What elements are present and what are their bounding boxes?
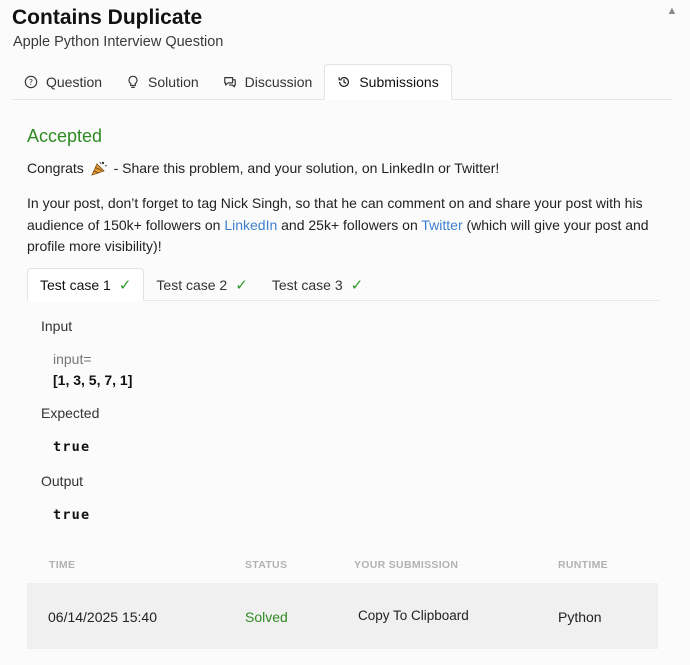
congrats-line: Congrats - Share this problem, and your … (27, 160, 499, 176)
copy-to-clipboard-button[interactable]: Copy To Clipboard (358, 608, 469, 623)
tab-question-label: Question (46, 74, 103, 90)
input-name: input= (53, 351, 92, 367)
output-value: true (53, 507, 91, 523)
column-header-runtime: RUNTIME (558, 559, 608, 571)
page-subtitle: Apple Python Interview Question (13, 34, 224, 50)
input-heading: Input (41, 318, 73, 334)
congrats-suffix: - Share this problem, and your solution,… (113, 160, 500, 176)
check-icon: ✓ (350, 276, 364, 294)
tab-solution[interactable]: Solution (114, 65, 211, 99)
history-icon (338, 76, 350, 87)
submission-time: 06/14/2025 15:40 (48, 609, 157, 625)
tab-submissions-label: Submissions (359, 74, 439, 90)
table-row[interactable]: 06/14/2025 15:40 Solved Copy To Clipboar… (27, 583, 658, 649)
tab-test-case-1[interactable]: Test case 1 ✓ (27, 268, 145, 301)
expected-value: true (53, 439, 91, 455)
output-heading: Output (41, 473, 84, 489)
svg-text:?: ? (29, 78, 33, 87)
problem-tabs: ? Question Solution Discussion Submissio… (12, 64, 672, 100)
lightbulb-icon (128, 75, 138, 88)
tab-submissions[interactable]: Submissions (324, 64, 452, 100)
tab-discussion-label: Discussion (244, 74, 313, 90)
share-instructions: In your post, don’t forget to tag Nick S… (27, 193, 657, 258)
accepted-status: Accepted (27, 126, 103, 146)
submission-status: Solved (245, 609, 288, 625)
check-icon: ✓ (118, 276, 132, 294)
input-value: [1, 3, 5, 7, 1] (53, 372, 133, 388)
tab-question[interactable]: ? Question (12, 65, 114, 99)
tab-test-case-3[interactable]: Test case 3 ✓ (260, 269, 375, 300)
share-text-2: and 25k+ followers on (277, 216, 422, 233)
page-title: Contains Duplicate (12, 6, 203, 29)
tab-test-case-2[interactable]: Test case 2 ✓ (144, 269, 259, 300)
column-header-time: TIME (49, 559, 76, 571)
question-circle-icon: ? (24, 75, 38, 89)
test-case-1-label: Test case 1 (40, 276, 111, 293)
check-icon: ✓ (235, 276, 248, 294)
test-case-tabs: Test case 1 ✓ Test case 2 ✓ Test case 3 … (27, 268, 659, 301)
linkedin-link[interactable]: LinkedIn (224, 217, 277, 233)
test-case-2-label: Test case 2 (156, 276, 228, 293)
column-header-submission: YOUR SUBMISSION (354, 559, 459, 571)
column-header-status: STATUS (245, 559, 288, 571)
tab-solution-label: Solution (148, 74, 199, 90)
collapse-icon[interactable]: ▲ (664, 4, 680, 18)
test-case-3-label: Test case 3 (271, 276, 343, 293)
chat-bubble-icon (223, 77, 236, 88)
twitter-link[interactable]: Twitter (421, 217, 462, 233)
expected-heading: Expected (41, 405, 100, 421)
tab-discussion[interactable]: Discussion (211, 65, 325, 99)
congrats-prefix: Congrats (27, 160, 84, 176)
party-popper-icon (90, 161, 107, 176)
submission-runtime: Python (558, 609, 602, 625)
